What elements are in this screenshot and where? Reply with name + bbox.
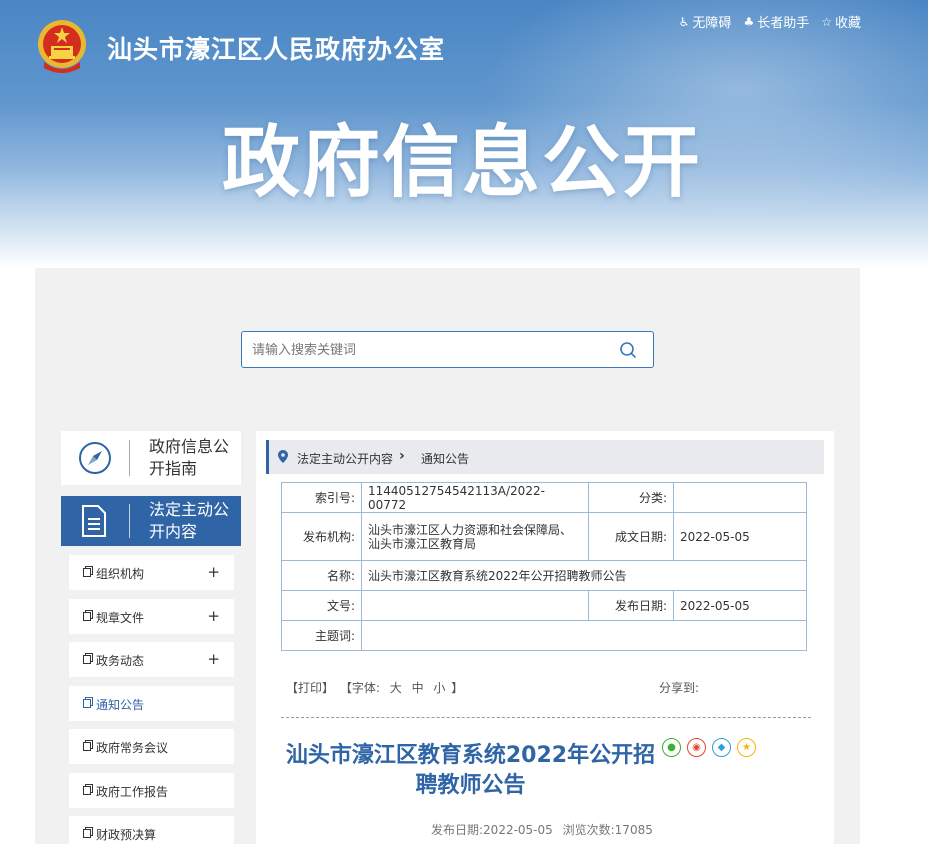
accessibility-label: 无障碍 [692, 16, 732, 31]
favorite-link[interactable]: ☆ 收藏 [821, 12, 861, 32]
header-banner: 汕头市濠江区人民政府办公室 ♿ 无障碍 ♣ 长者助手 ☆ 收藏 政府信息公开 [0, 0, 928, 268]
font-size-prefix: 【字体: [339, 681, 380, 695]
page-icon [83, 784, 93, 795]
index-label: 索引号: [281, 482, 362, 513]
main-container: 政府信息公开指南 法定主动公开内容 组织机构 + 规章文件 + 政务动态 + 通… [35, 268, 860, 844]
table-row: 索引号: 11440512754542113A/2022-00772 分类: [281, 482, 807, 513]
location-pin-icon [278, 450, 288, 463]
article-title: 汕头市濠江区教育系统2022年公开招聘教师公告 [285, 743, 656, 798]
expand-icon[interactable]: + [207, 607, 220, 625]
search-input[interactable] [252, 338, 602, 362]
site-title: 汕头市濠江区人民政府办公室 [107, 35, 446, 64]
page-icon [83, 653, 93, 664]
breadcrumb: 法定主动公开内容 › 通知公告 [266, 440, 824, 474]
table-row: 发布机构: 汕头市濠江区人力资源和社会保障局、汕头市濠江区教育局 成文日期: 2… [281, 512, 807, 561]
sidebar-item-label: 组织机构 [96, 567, 145, 581]
publish-date-label: 发布日期: [431, 823, 484, 837]
compass-icon [79, 442, 111, 474]
publish-date-value: 2022-05-05 [483, 823, 553, 837]
expand-icon[interactable]: + [207, 563, 220, 581]
published-date-label: 发布日期: [588, 590, 674, 621]
document-icon [82, 505, 106, 537]
breadcrumb-legal-content[interactable]: 法定主动公开内容 [297, 450, 393, 467]
page-icon [83, 566, 93, 577]
elder-helper-link[interactable]: ♣ 长者助手 [743, 12, 810, 32]
share-label: 分享到: [659, 681, 700, 695]
created-date-value: 2022-05-05 [673, 512, 807, 561]
keywords-value [361, 620, 807, 651]
font-large-button[interactable]: 大 [390, 681, 402, 695]
content-separator [129, 504, 130, 538]
sidebar-item-news[interactable]: 政务动态 + [69, 642, 234, 677]
weibo-share-icon[interactable]: ◉ [687, 738, 706, 757]
sidebar-item-organization[interactable]: 组织机构 + [69, 555, 234, 590]
elder-helper-icon: ♣ [743, 14, 755, 29]
page-icon [83, 827, 93, 838]
search-icon[interactable] [619, 341, 637, 359]
sidebar-item-regulations[interactable]: 规章文件 + [69, 599, 234, 634]
article-tools: 【打印】 【字体: 大 中 小 】 [286, 679, 465, 696]
share-icons: ● ◉ ◆ ★ [662, 738, 756, 757]
index-value: 11440512754542113A/2022-00772 [361, 482, 589, 513]
created-date-label: 成文日期: [588, 512, 674, 561]
font-size-suffix: 】 [451, 681, 464, 695]
divider [281, 717, 811, 718]
search-box [241, 331, 654, 368]
chevron-right-icon: › [399, 448, 405, 464]
sidebar-legal-content[interactable]: 法定主动公开内容 [61, 496, 241, 546]
qzone-share-icon[interactable]: ★ [737, 738, 756, 757]
views-count: 17085 [614, 823, 653, 837]
sidebar-item-label: 通知公告 [96, 698, 145, 712]
sidebar-item-executive-meetings[interactable]: 政府常务会议 [69, 729, 234, 764]
docno-value [361, 590, 589, 621]
meta-table: 索引号: 11440512754542113A/2022-00772 分类: 发… [281, 482, 807, 651]
accessibility-link[interactable]: ♿ 无障碍 [678, 12, 732, 32]
docno-label: 文号: [281, 590, 362, 621]
page-icon [83, 610, 93, 621]
top-links: ♿ 无障碍 ♣ 长者助手 ☆ 收藏 [678, 12, 861, 32]
table-row: 文号: 发布日期: 2022-05-05 [281, 590, 807, 621]
accessibility-icon: ♿ [678, 14, 690, 29]
table-row: 名称: 汕头市濠江区教育系统2022年公开招聘教师公告 [281, 560, 807, 591]
sidebar-item-work-report[interactable]: 政府工作报告 [69, 773, 234, 808]
font-small-button[interactable]: 小 [433, 681, 445, 695]
publish-info: 发布日期:2022-05-05 浏览次数:17085 [431, 821, 653, 838]
font-medium-button[interactable]: 中 [412, 681, 424, 695]
page-icon [83, 697, 93, 708]
breadcrumb-notices[interactable]: 通知公告 [421, 450, 469, 467]
publisher-label: 发布机构: [281, 512, 362, 561]
sidebar-item-label: 财政预决算 [96, 828, 157, 842]
star-icon: ☆ [821, 14, 832, 29]
article-panel: 法定主动公开内容 › 通知公告 索引号: 11440512754542113A/… [256, 431, 834, 844]
wechat-share-icon[interactable]: ● [662, 738, 681, 757]
sidebar-item-notices[interactable]: 通知公告 [69, 686, 234, 721]
page-icon [83, 740, 93, 751]
sidebar-guide[interactable]: 政府信息公开指南 [61, 431, 241, 485]
views-label: 浏览次数: [562, 823, 615, 837]
sidebar-item-label: 政府常务会议 [96, 741, 169, 755]
sidebar-item-label: 政务动态 [96, 654, 145, 668]
national-emblem-icon [38, 20, 86, 73]
sidebar-item-budget[interactable]: 财政预决算 [69, 816, 234, 844]
category-value [673, 482, 807, 513]
print-button[interactable]: 【打印】 [286, 681, 334, 695]
table-row: 主题词: [281, 620, 807, 651]
category-label: 分类: [588, 482, 674, 513]
qq-share-icon[interactable]: ◆ [712, 738, 731, 757]
publisher-value: 汕头市濠江区人力资源和社会保障局、汕头市濠江区教育局 [361, 512, 589, 561]
name-label: 名称: [281, 560, 362, 591]
keywords-label: 主题词: [281, 620, 362, 651]
elder-helper-label: 长者助手 [757, 16, 810, 31]
legal-content-label: 法定主动公开内容 [149, 500, 230, 541]
guide-label: 政府信息公开指南 [149, 437, 230, 478]
published-date-value: 2022-05-05 [673, 590, 807, 621]
favorite-label: 收藏 [834, 16, 861, 31]
sidebar-item-label: 规章文件 [96, 611, 145, 625]
guide-separator [129, 440, 130, 476]
sidebar-item-label: 政府工作报告 [96, 785, 169, 799]
name-value: 汕头市濠江区教育系统2022年公开招聘教师公告 [361, 560, 807, 591]
expand-icon[interactable]: + [207, 650, 220, 668]
banner-title: 政府信息公开 [222, 118, 703, 208]
